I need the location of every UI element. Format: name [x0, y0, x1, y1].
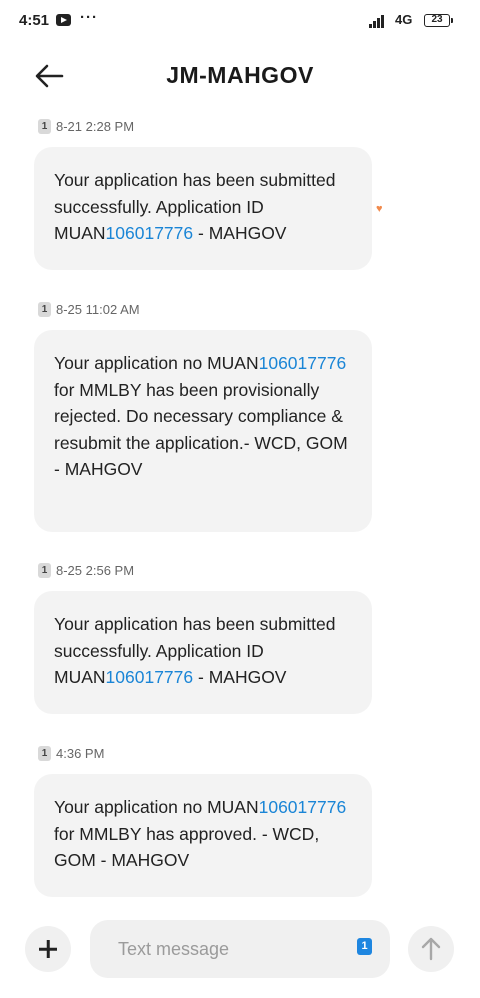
- message-text: for MMLBY has been provisionally rejecte…: [54, 379, 348, 480]
- send-button[interactable]: [408, 926, 454, 972]
- sim-badge: 1: [38, 746, 51, 761]
- message-input[interactable]: [90, 920, 390, 978]
- sim-badge: 1: [38, 302, 51, 317]
- message-meta: 1 8-25 11:02 AM: [38, 302, 140, 317]
- network-type: 4G: [395, 12, 413, 27]
- message-meta: 1 8-25 2:56 PM: [38, 563, 134, 578]
- message-bubble[interactable]: Your application no MUAN106017776 for MM…: [34, 774, 372, 897]
- battery-level: 23: [431, 14, 443, 25]
- application-id-link[interactable]: 106017776: [106, 667, 194, 687]
- more-notifications-icon: ···: [80, 9, 98, 26]
- youtube-notification-icon: [56, 14, 71, 26]
- message-bubble[interactable]: Your application no MUAN106017776 for MM…: [34, 330, 372, 532]
- conversation-header: JM-MAHGOV: [0, 48, 480, 104]
- sim-badge: 1: [38, 563, 51, 578]
- message-text: - MAHGOV: [193, 667, 287, 687]
- message-text: - MAHGOV: [193, 223, 287, 243]
- message-timestamp: 4:36 PM: [56, 746, 105, 761]
- message-text: Your application no MUAN: [54, 797, 259, 817]
- composer-bar: 1: [0, 918, 480, 980]
- message-meta: 1 4:36 PM: [38, 746, 104, 761]
- message-timestamp: 8-21 2:28 PM: [56, 119, 135, 134]
- message-bubble[interactable]: Your application has been submitted succ…: [34, 591, 372, 714]
- message-bubble[interactable]: Your application has been submitted succ…: [34, 147, 372, 270]
- message-meta: 1 8-21 2:28 PM: [38, 119, 134, 134]
- battery-icon: 23: [424, 14, 453, 27]
- message-text: for MMLBY has approved. - WCD, GOM - MAH…: [54, 823, 320, 871]
- application-id-link[interactable]: 106017776: [259, 797, 347, 817]
- add-attachment-button[interactable]: [25, 926, 71, 972]
- status-time: 4:51: [19, 12, 50, 29]
- sim-badge: 1: [38, 119, 51, 134]
- message-text: Your application no MUAN: [54, 353, 259, 373]
- heart-icon: ♥: [376, 203, 383, 215]
- application-id-link[interactable]: 106017776: [106, 223, 194, 243]
- sim-select-button[interactable]: 1: [357, 938, 372, 955]
- message-timestamp: 8-25 2:56 PM: [56, 563, 135, 578]
- signal-icon: [369, 14, 388, 28]
- send-arrow-icon: [421, 937, 441, 961]
- status-bar: 4:51 ··· 4G 23: [0, 0, 480, 42]
- message-timestamp: 8-25 11:02 AM: [56, 302, 140, 317]
- contact-name: JM-MAHGOV: [166, 62, 314, 88]
- application-id-link[interactable]: 106017776: [259, 353, 347, 373]
